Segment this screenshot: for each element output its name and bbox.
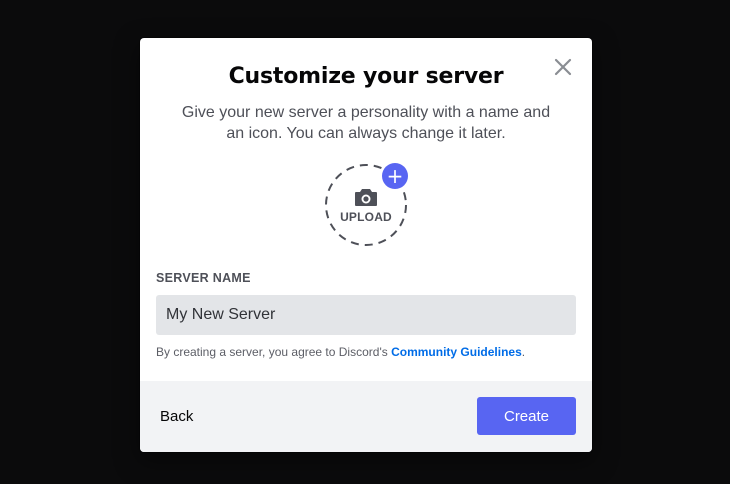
modal-subtitle: Give your new server a personality with … (181, 104, 551, 142)
upload-label: UPLOAD (340, 210, 392, 224)
camera-icon (355, 189, 377, 206)
server-name-label: SERVER NAME (156, 271, 251, 285)
agreement-prefix: By creating a server, you agree to Disco… (156, 345, 392, 359)
modal-footer: Back Create (140, 381, 592, 452)
server-name-input[interactable] (156, 295, 576, 335)
agreement-suffix: . (521, 345, 526, 359)
agreement-text: By creating a server, you agree to Disco… (156, 345, 525, 359)
modal-title: Customize your server (228, 64, 504, 89)
create-server-modal: Customize your server Give your new serv… (140, 38, 592, 452)
create-button[interactable]: Create (477, 397, 576, 435)
plus-icon[interactable]: + (382, 163, 408, 189)
community-guidelines-link[interactable]: Community Guidelines (391, 345, 522, 359)
upload-icon-button[interactable]: UPLOAD + (324, 163, 408, 247)
back-button[interactable]: Back (156, 400, 197, 434)
